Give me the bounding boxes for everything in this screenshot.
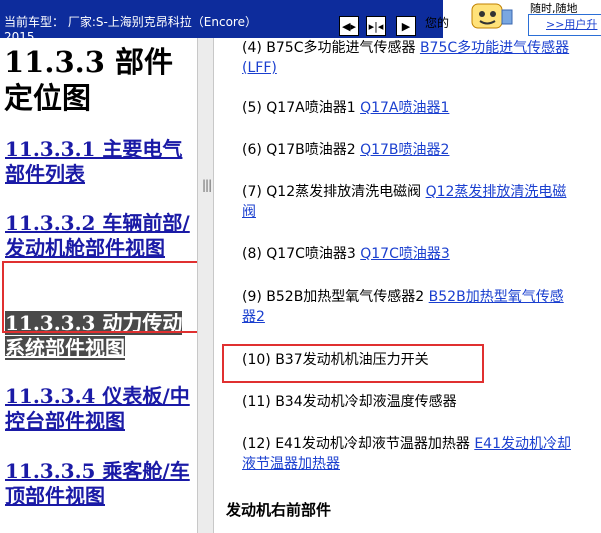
toc-link-passenger-roof[interactable]: 11.3.3.5 乘客舱/车顶部件视图 — [5, 459, 197, 509]
top-bar: 当前车型： 厂家:S-上海别克昂科拉（Encore） 2015 ◀▸ ▸|◂ ▶… — [0, 0, 601, 38]
content-panel: (4) B75C多功能进气传感器 B75C多功能进气传感器 (LFF) (5) … — [214, 38, 601, 533]
highlight-box — [2, 261, 206, 333]
item-text: (4) B75C多功能进气传感器 — [242, 40, 420, 56]
item-text: (8) Q17C喷油器3 — [242, 246, 361, 262]
item-text: (11) B34发动机冷却液温度传感器 — [242, 394, 457, 410]
list-item: (9) B52B加热型氧气传感器2 B52B加热型氧气传感器2 — [242, 287, 572, 327]
subsection-heading: 发动机右前部件 — [226, 501, 332, 519]
list-item: (6) Q17B喷油器2 Q17B喷油器2 — [242, 140, 572, 160]
mascot-icon — [471, 3, 513, 29]
list-item: (8) Q17C喷油器3 Q17C喷油器3 — [242, 244, 572, 264]
banner-text: 您的 — [425, 16, 450, 30]
item-link[interactable]: Q17C喷油器3 — [360, 246, 450, 262]
list-item: (12) E41发动机冷却液节温器加热器 E41发动机冷却液节温器加热器 — [242, 434, 572, 474]
toggle-panel-button[interactable]: ▸|◂ — [366, 16, 386, 36]
toc-link-instrument-panel[interactable]: 11.3.3.4 仪表板/中控台部件视图 — [5, 384, 197, 434]
item-link[interactable]: Q17A喷油器1 — [360, 100, 449, 116]
toc-link-main-electrical[interactable]: 11.3.3.1 主要电气部件列表 — [5, 137, 197, 187]
item-text: (6) Q17B喷油器2 — [242, 142, 361, 158]
split-icon: ▸|◂ — [368, 19, 384, 33]
highlight-box — [222, 344, 484, 383]
list-item: (7) Q12蒸发排放清洗电磁阀 Q12蒸发排放清洗电磁阀 — [242, 182, 572, 222]
section-title: 11.3.3 部件定位图 — [4, 45, 174, 115]
list-item: (5) Q17A喷油器1 Q17A喷油器1 — [242, 98, 572, 118]
next-page-button[interactable]: ▶ — [396, 16, 416, 36]
splitter-grip-icon[interactable]: ||| — [202, 178, 212, 192]
item-text: (12) E41发动机冷却液节温器加热器 — [242, 436, 475, 452]
item-text: (5) Q17A喷油器1 — [242, 100, 361, 116]
toc-link-front-engine-bay[interactable]: 11.3.3.2 车辆前部/发动机舱部件视图 — [5, 211, 197, 261]
upgrade-link[interactable]: >>用户升 — [546, 16, 597, 32]
list-item: (11) B34发动机冷却液温度传感器 — [242, 392, 572, 412]
panel-splitter[interactable] — [197, 38, 214, 533]
item-text: (7) Q12蒸发排放清洗电磁阀 — [242, 184, 426, 200]
item-text: (9) B52B加热型氧气传感器2 — [242, 289, 429, 305]
next-icon: ▶ — [401, 19, 411, 33]
prev-page-button[interactable]: ◀▸ — [339, 16, 359, 36]
vehicle-model-label: 当前车型： 厂家:S-上海别克昂科拉（Encore） — [4, 15, 257, 29]
prev-icon: ◀▸ — [342, 19, 356, 33]
list-item: (4) B75C多功能进气传感器 B75C多功能进气传感器 (LFF) — [242, 38, 572, 78]
vehicle-year-label: 2015 — [4, 30, 35, 38]
item-link[interactable]: Q17B喷油器2 — [360, 142, 449, 158]
